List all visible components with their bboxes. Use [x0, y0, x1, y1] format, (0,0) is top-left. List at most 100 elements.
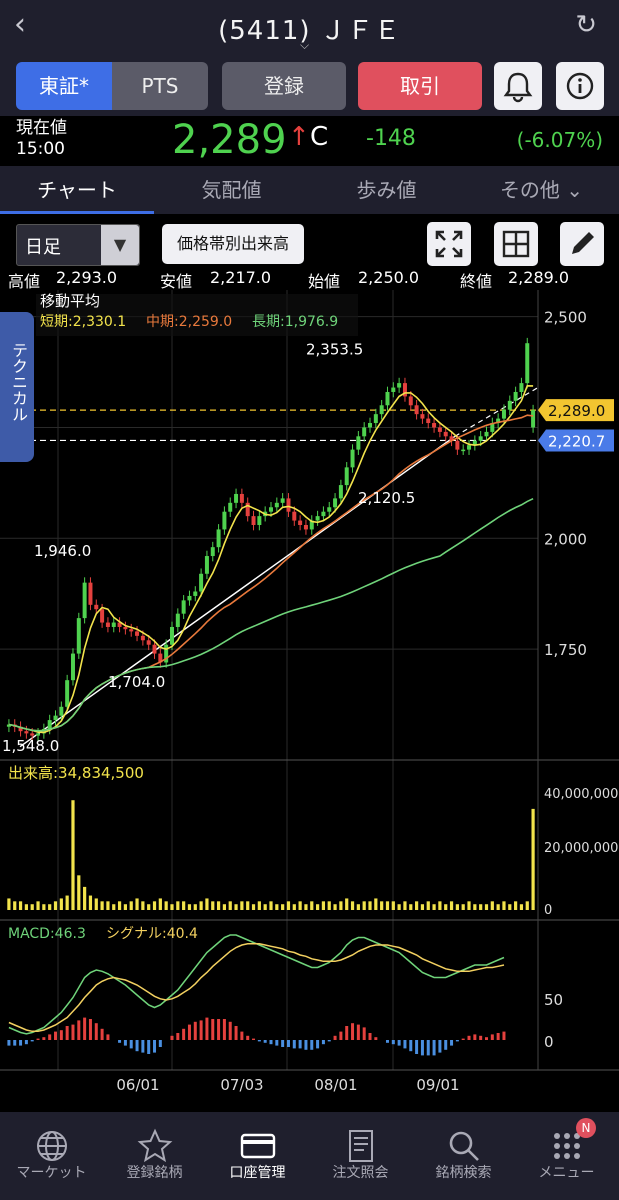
nav-market[interactable]: マーケット: [0, 1112, 103, 1182]
volume-bar: [94, 898, 98, 910]
candle-body: [513, 391, 518, 401]
nav-orders[interactable]: 注文照会: [309, 1112, 412, 1182]
volume-bar: [199, 901, 203, 910]
macd-histogram-bar: [420, 1040, 424, 1056]
macd-axis-label: 0: [544, 1033, 554, 1051]
tab-chart[interactable]: チャート: [0, 166, 154, 214]
info-icon[interactable]: [556, 62, 604, 110]
candle-body: [216, 529, 221, 548]
nav-account[interactable]: 口座管理: [206, 1112, 309, 1182]
volume-bar: [193, 904, 197, 910]
volume-bar: [106, 901, 110, 910]
refresh-icon[interactable]: ↻: [575, 10, 597, 40]
price-change: -148: [366, 126, 416, 151]
price-annotation: 1,548.0: [2, 737, 59, 755]
ohlc-close: 2,289.0: [508, 268, 570, 287]
macd-histogram-bar: [65, 1026, 69, 1040]
tab-trades[interactable]: 歩み値: [309, 166, 464, 214]
candle-body: [379, 405, 384, 415]
candle-body: [82, 582, 87, 619]
nav-menu[interactable]: メニュー N: [515, 1112, 618, 1182]
candle-body: [140, 635, 145, 641]
x-axis-label: 06/01: [116, 1076, 159, 1094]
exchange-pts-button[interactable]: PTS: [112, 62, 208, 110]
volume-bar: [397, 904, 401, 910]
technical-tab[interactable]: テクニカル: [0, 312, 34, 462]
candle-body: [47, 720, 52, 729]
register-button[interactable]: 登録: [222, 62, 346, 110]
macd-histogram-bar: [333, 1035, 337, 1040]
volume-bar: [391, 901, 395, 910]
candle-body: [397, 383, 402, 388]
volume-bar: [71, 800, 75, 910]
bottom-nav: マーケット 登録銘柄 口座管理 注文照会 銘柄検索 メニュー N: [0, 1112, 619, 1200]
tab-other[interactable]: その他 ⌄: [464, 166, 619, 214]
macd-histogram-bar: [281, 1040, 285, 1047]
volume-by-price-button[interactable]: 価格帯別出来高: [162, 224, 304, 264]
macd-histogram-bar: [123, 1040, 127, 1046]
macd-histogram-bar: [13, 1040, 17, 1046]
volume-bar: [514, 901, 518, 910]
x-axis-label: 08/01: [314, 1076, 357, 1094]
volume-bar: [432, 904, 436, 910]
macd-histogram-bar: [246, 1035, 250, 1040]
macd-histogram-bar: [473, 1034, 477, 1040]
candle-body: [135, 631, 140, 636]
volume-bar: [531, 808, 535, 910]
macd-histogram-bar: [502, 1031, 506, 1040]
volume-axis-label: 0: [544, 903, 552, 918]
volume-bar: [345, 898, 349, 910]
nav-search[interactable]: 銘柄検索: [412, 1112, 515, 1182]
ma-title: 移動平均: [40, 292, 100, 310]
pencil-icon[interactable]: [560, 222, 604, 266]
trade-button[interactable]: 取引: [358, 62, 482, 110]
macd-histogram-bar: [409, 1040, 413, 1052]
volume-bar: [147, 904, 151, 910]
candle-body: [298, 520, 303, 525]
volume-bar: [170, 904, 174, 910]
ohlc-row: 高値 2,293.0 安値 2,217.0 始値 2,250.0 終値 2,289.0: [8, 268, 570, 291]
volume-bar: [502, 901, 506, 910]
macd-histogram-bar: [129, 1040, 133, 1049]
search-icon: [412, 1112, 515, 1162]
macd-histogram-bar: [484, 1037, 488, 1040]
bell-icon[interactable]: [494, 62, 542, 110]
macd-histogram-bar: [77, 1020, 81, 1040]
volume-bar: [484, 904, 489, 910]
macd-histogram-bar: [444, 1040, 448, 1050]
candle-body: [199, 573, 204, 592]
macd-histogram-bar: [36, 1038, 40, 1040]
volume-bar: [269, 901, 273, 910]
volume-bar: [356, 904, 360, 910]
macd-histogram-bar: [269, 1040, 273, 1045]
exchange-tse-button[interactable]: 東証*: [16, 62, 112, 110]
stock-chart[interactable]: 2,500 2,000 1,750 40,000,000 20,000,000 0 50 0 0…: [0, 290, 619, 1110]
volume-bar: [24, 904, 28, 910]
macd-histogram-bar: [106, 1034, 110, 1040]
macd-histogram-bar: [7, 1040, 11, 1046]
macd-histogram-bar: [71, 1024, 75, 1040]
grid-icon[interactable]: [494, 222, 538, 266]
nav-watchlist[interactable]: 登録銘柄: [103, 1112, 206, 1182]
tab-quotes[interactable]: 気配値: [154, 166, 309, 214]
macd-histogram-bar: [391, 1040, 395, 1045]
candle-body: [274, 502, 279, 508]
volume-bar: [257, 901, 261, 910]
macd-histogram-bar: [374, 1037, 378, 1040]
volume-bar: [519, 904, 524, 910]
price-axis-label: 2,500: [544, 309, 587, 327]
candle-body: [420, 414, 425, 419]
period-select[interactable]: 日足 ▼: [16, 224, 140, 266]
chevron-down-icon[interactable]: ⌵: [300, 38, 309, 53]
volume-bar: [100, 901, 104, 910]
macd-histogram-bar: [193, 1021, 197, 1040]
volume-bar: [228, 901, 232, 910]
volume-bar: [211, 901, 215, 910]
page-title[interactable]: (5411) ＪＦＥ: [0, 10, 619, 47]
macd-histogram-bar: [292, 1040, 296, 1049]
expand-icon[interactable]: [427, 222, 471, 266]
volume-bar: [310, 901, 314, 910]
candle-body: [251, 516, 256, 525]
volume-bar: [117, 901, 122, 910]
macd-histogram-bar: [19, 1040, 23, 1046]
